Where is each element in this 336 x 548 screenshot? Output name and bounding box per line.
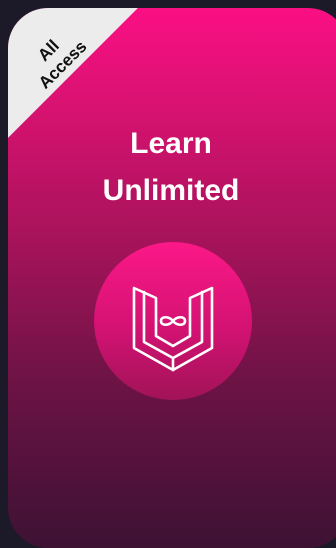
title-line-1: Learn [130, 127, 212, 160]
all-access-card[interactable]: All Access Learn Unlimited [8, 8, 336, 548]
infinity-book-icon [132, 286, 214, 372]
card-title: Learn Unlimited [8, 120, 334, 214]
logo-badge [94, 242, 252, 400]
title-line-2: Unlimited [102, 174, 240, 207]
corner-ribbon: All Access [8, 8, 138, 138]
